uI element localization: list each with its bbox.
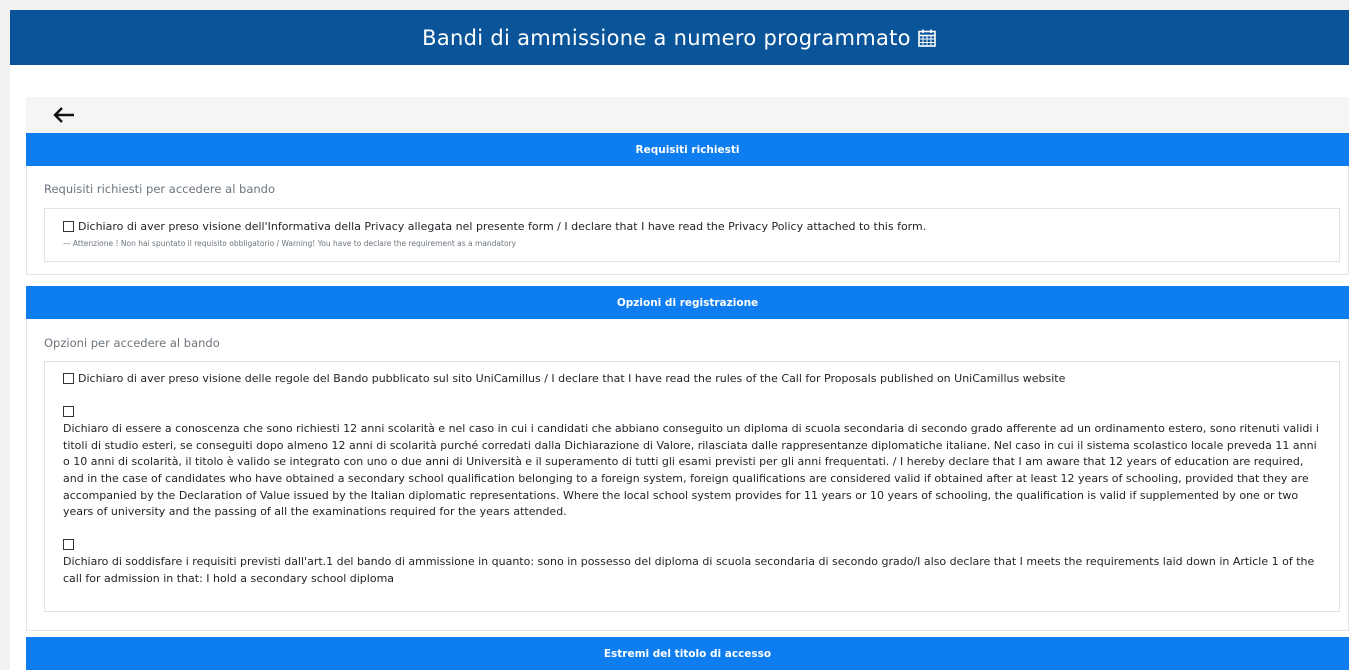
- schooling-checkbox[interactable]: [63, 406, 74, 418]
- requisiti-section: Requisiti richiesti Requisiti richiesti …: [26, 133, 1349, 275]
- page-title: Bandi di ammissione a numero programmato: [422, 25, 911, 50]
- schooling-label: Dichiaro di essere a conoscenza che sono…: [63, 422, 1319, 519]
- privacy-label: Dichiaro di aver preso visione dell'Info…: [78, 220, 927, 233]
- privacy-warning: — Attenzione ! Non hai spuntato il requi…: [63, 238, 517, 248]
- arrow-left-icon[interactable]: [52, 106, 76, 124]
- opzioni-section: Opzioni di registrazione Opzioni per acc…: [26, 286, 1349, 631]
- privacy-option: Dichiaro di aver preso visione dell'Info…: [63, 219, 1339, 236]
- diploma-label: Dichiaro di soddisfare i requisiti previ…: [63, 555, 1315, 585]
- privacy-checkbox[interactable]: [63, 220, 74, 232]
- requisiti-card: Dichiaro di aver preso visione dell'Info…: [44, 208, 1340, 262]
- schooling-option: Dichiaro di essere a conoscenza che sono…: [63, 405, 1321, 521]
- estremi-header: Estremi del titolo di accesso: [26, 637, 1349, 670]
- rules-label: Dichiaro di aver preso visione delle reg…: [78, 372, 1066, 385]
- diploma-option: Dichiaro di soddisfare i requisiti previ…: [63, 538, 1321, 588]
- calendar-icon: [917, 28, 937, 48]
- rules-checkbox[interactable]: [63, 372, 74, 384]
- rules-option: Dichiaro di aver preso visione delle reg…: [63, 371, 1321, 388]
- opzioni-card: Dichiaro di aver preso visione delle reg…: [44, 361, 1340, 612]
- back-row: [26, 97, 1349, 133]
- page: Bandi di ammissione a numero programmato: [10, 10, 1349, 670]
- opzioni-subtitle: Opzioni per accedere al bando: [44, 336, 220, 350]
- requisiti-subtitle: Requisiti richiesti per accedere al band…: [44, 182, 276, 196]
- opzioni-header: Opzioni di registrazione: [26, 286, 1349, 319]
- estremi-section: Estremi del titolo di accesso: [26, 637, 1349, 670]
- requisiti-header: Requisiti richiesti: [26, 133, 1349, 166]
- diploma-checkbox[interactable]: [63, 539, 74, 551]
- top-bar: Bandi di ammissione a numero programmato: [10, 10, 1349, 65]
